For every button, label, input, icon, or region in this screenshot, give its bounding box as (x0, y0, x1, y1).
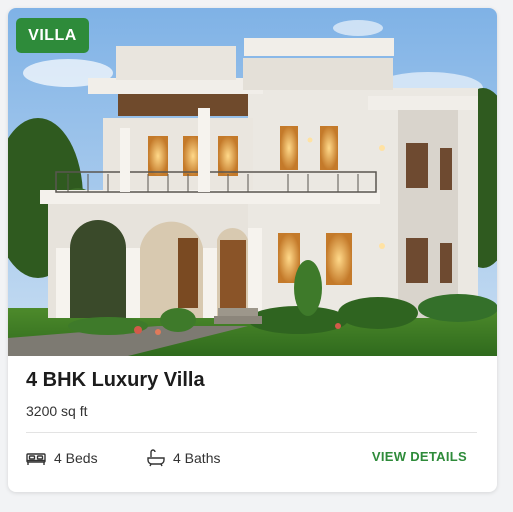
property-card[interactable]: VILLA 4 BHK Luxury Villa 3200 sq ft 4 Be… (8, 8, 497, 492)
beds-label: 4 Beds (54, 450, 98, 466)
view-details-link[interactable]: VIEW DETAILS (372, 449, 467, 464)
baths-label: 4 Baths (173, 450, 221, 466)
category-badge: VILLA (16, 18, 89, 53)
card-divider (26, 432, 477, 433)
beds-feature: 4 Beds (26, 447, 98, 469)
bed-icon (26, 449, 46, 467)
baths-feature: 4 Baths (147, 447, 220, 469)
property-area: 3200 sq ft (26, 403, 88, 419)
property-title[interactable]: 4 BHK Luxury Villa (26, 369, 205, 392)
bathtub-icon (147, 449, 165, 467)
villa-photo[interactable]: VILLA (8, 8, 497, 356)
